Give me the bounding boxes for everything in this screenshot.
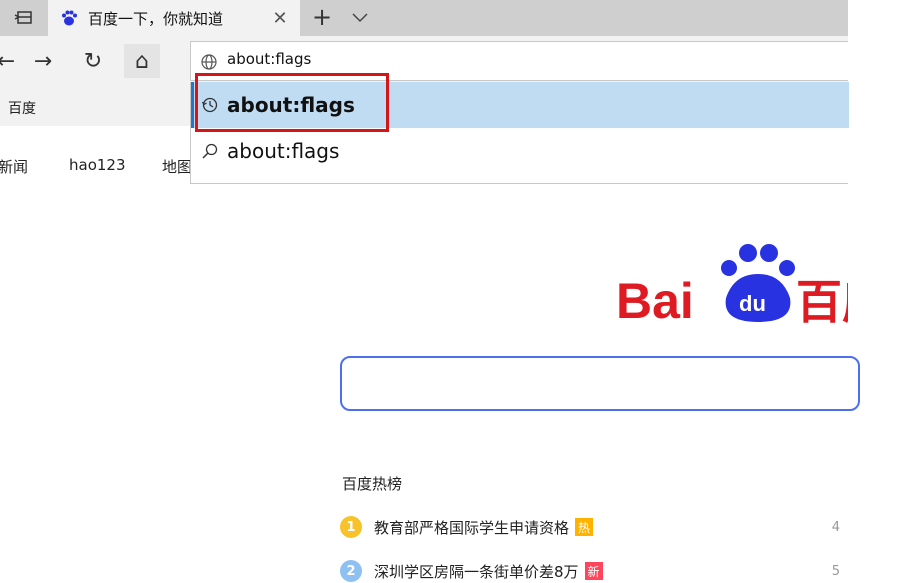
set-aside-tabs-icon [14, 11, 32, 24]
chevron-down-icon [352, 13, 368, 23]
tab-title: 百度一下，你就知道 [88, 9, 224, 28]
hot-item-text[interactable]: 深圳学区房隔一条街单价差8万 [374, 561, 579, 582]
browser-toolbar: ← → ↻ ⌂ [0, 36, 848, 86]
search-icon [202, 143, 218, 159]
forward-arrow-icon: → [33, 48, 53, 74]
hot-list-item[interactable]: 1 教育部严格国际学生申请资格 热 4 [340, 513, 848, 541]
nav-link-news[interactable]: 新闻 [0, 156, 28, 177]
tab-actions-button[interactable] [0, 0, 48, 36]
hot-side-number: 4 [831, 519, 840, 535]
suggestion-text: about:flags [227, 139, 340, 163]
tab-list-button[interactable] [344, 0, 376, 36]
forward-button[interactable]: → [25, 44, 61, 78]
rank-badge: 2 [340, 560, 362, 582]
baidu-paw-icon [62, 10, 77, 26]
suggestion-search[interactable]: about:flags [191, 128, 849, 174]
new-badge: 新 [584, 562, 603, 580]
back-button[interactable]: ← [0, 44, 24, 78]
logo-chinese-text: 百度 [796, 275, 848, 328]
baidu-search-input[interactable] [340, 356, 860, 411]
tab-baidu[interactable]: 百度一下，你就知道 ✕ [48, 0, 300, 36]
favorite-baidu[interactable]: 百度 [8, 98, 36, 118]
rank-badge: 1 [340, 516, 362, 538]
close-tab-icon[interactable]: ✕ [266, 8, 294, 29]
new-tab-button[interactable]: + [306, 0, 338, 36]
hot-list-title: 百度热榜 [342, 475, 403, 493]
hot-side-number: 5 [831, 563, 840, 579]
hot-item-text[interactable]: 教育部严格国际学生申请资格 [374, 517, 569, 538]
globe-icon [201, 54, 217, 70]
back-arrow-icon: ← [0, 48, 16, 74]
home-icon: ⌂ [135, 48, 149, 74]
annotation-highlight-box [195, 73, 389, 132]
home-button[interactable]: ⌂ [124, 44, 160, 78]
hot-list-item[interactable]: 2 深圳学区房隔一条街单价差8万 新 5 [340, 557, 848, 583]
tab-bar: 百度一下，你就知道 ✕ + [0, 0, 848, 36]
refresh-button[interactable]: ↻ [75, 44, 111, 78]
nav-link-hao123[interactable]: hao123 [69, 156, 126, 174]
refresh-icon: ↻ [83, 48, 103, 74]
logo-bai-text: Bai [616, 273, 694, 328]
address-input[interactable] [227, 50, 827, 68]
baidu-logo: Bai du 百度 [616, 238, 848, 328]
hot-badge: 热 [575, 518, 594, 536]
logo-du-text: du [739, 291, 766, 316]
nav-link-map[interactable]: 地图 [162, 156, 192, 177]
